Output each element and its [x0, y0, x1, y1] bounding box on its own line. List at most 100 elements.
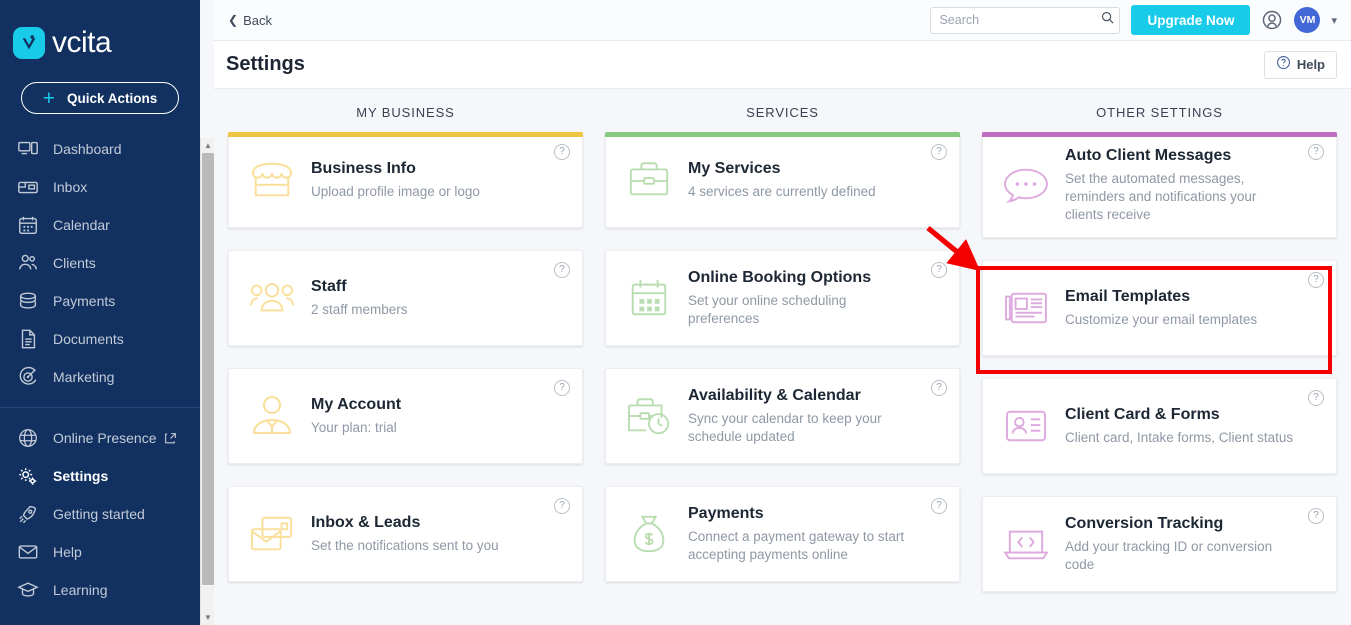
sidebar-nav: Dashboard Inbox Calendar Clients Payment…: [0, 130, 200, 609]
column-title: MY BUSINESS: [356, 105, 455, 120]
question-mark-icon[interactable]: ?: [931, 262, 947, 278]
card-title: Inbox & Leads: [311, 514, 421, 531]
sidebar-item-documents[interactable]: Documents: [0, 320, 200, 358]
documents-icon: [17, 328, 39, 350]
card-inbox-leads[interactable]: Inbox & Leads Set the notifications sent…: [228, 486, 583, 582]
card-subtitle: Connect a payment gateway to start accep…: [688, 529, 905, 563]
chevron-down-icon[interactable]: ▾: [1331, 14, 1337, 27]
chevron-left-icon: ❮: [228, 13, 239, 27]
sidebar-item-inbox[interactable]: Inbox: [0, 168, 200, 206]
question-circle-icon: [1276, 55, 1291, 75]
chat-bubble-icon: [999, 164, 1053, 206]
card-my-services[interactable]: My Services 4 services are currently def…: [605, 132, 960, 228]
sidebar-item-marketing[interactable]: Marketing: [0, 358, 200, 396]
card-email-templates[interactable]: Email Templates Customize your email tem…: [982, 259, 1337, 356]
question-mark-icon[interactable]: ?: [554, 262, 570, 278]
column-title: OTHER SETTINGS: [1096, 105, 1223, 120]
card-conversion-tracking[interactable]: Conversion Tracking Add your tracking ID…: [982, 495, 1337, 592]
sidebar-item-settings[interactable]: Settings: [0, 457, 200, 495]
card-title: Availability & Calendar: [688, 387, 861, 405]
sidebar-item-learning[interactable]: Learning: [0, 571, 200, 609]
logo[interactable]: vcita: [0, 0, 200, 62]
question-mark-icon[interactable]: ?: [1308, 507, 1324, 524]
card-title: My Services: [688, 160, 781, 177]
card-staff[interactable]: Staff 2 staff members ?: [228, 250, 583, 346]
card-body: Availability & Calendar Sync your calend…: [688, 386, 945, 446]
search-input[interactable]: [939, 13, 1101, 27]
sidebar: vcita + Quick Actions Dashboard Inbox Ca…: [0, 0, 200, 625]
sidebar-scrollbar[interactable]: ▲ ▼: [200, 138, 214, 625]
id-card-icon: [999, 407, 1053, 445]
question-mark-icon[interactable]: ?: [931, 380, 947, 396]
sidebar-item-help[interactable]: Help: [0, 533, 200, 571]
inbox-icon: [17, 176, 39, 198]
sidebar-item-label: Online Presence: [53, 430, 157, 446]
card-body: Auto Client Messages Set the automated m…: [1065, 146, 1322, 224]
help-label: Help: [1296, 57, 1325, 72]
sidebar-item-calendar[interactable]: Calendar: [0, 206, 200, 244]
column-title: SERVICES: [746, 105, 819, 120]
column-other-settings: OTHER SETTINGS Auto Client Messages Set …: [982, 105, 1337, 614]
card-body: Email Templates Customize your email tem…: [1065, 287, 1322, 329]
newspaper-icon: [999, 289, 1053, 327]
payments-icon: [17, 290, 39, 312]
card-auto-client-messages[interactable]: Auto Client Messages Set the automated m…: [982, 132, 1337, 238]
sub-header: Settings Help: [214, 41, 1351, 89]
gear-icon: [17, 465, 39, 487]
scrollbar-thumb[interactable]: [202, 153, 214, 585]
search-icon[interactable]: [1100, 10, 1115, 30]
card-subtitle: 2 staff members: [311, 302, 408, 318]
envelope-cards-icon: [245, 512, 299, 556]
main-area: ❮ Back Upgrade Now VM ▾ Settings: [214, 0, 1351, 625]
sidebar-item-payments[interactable]: Payments: [0, 282, 200, 320]
sidebar-item-label: Help: [53, 544, 82, 560]
logo-text: vcita: [52, 26, 112, 59]
sidebar-item-online-presence[interactable]: Online Presence: [0, 419, 200, 457]
back-button[interactable]: ❮ Back: [228, 13, 272, 28]
sidebar-item-label: Marketing: [53, 369, 115, 385]
question-mark-icon[interactable]: ?: [1308, 389, 1324, 406]
settings-columns: MY BUSINESS Business Info Upload profile…: [228, 89, 1337, 614]
question-mark-icon[interactable]: ?: [554, 498, 570, 514]
scroll-down-arrow-icon[interactable]: ▼: [201, 610, 215, 625]
card-business-info[interactable]: Business Info Upload profile image or lo…: [228, 132, 583, 228]
money-bag-icon: [622, 511, 676, 557]
notifications-icon[interactable]: [1261, 9, 1283, 31]
sidebar-item-label: Inbox: [53, 179, 88, 195]
question-mark-icon[interactable]: ?: [554, 380, 570, 396]
person-tie-icon: [245, 393, 299, 439]
card-subtitle: Upload profile image or logo: [311, 184, 480, 200]
card-title: Business Info: [311, 160, 416, 177]
app-root: vcita + Quick Actions Dashboard Inbox Ca…: [0, 0, 1351, 625]
card-my-account[interactable]: My Account Your plan: trial ?: [228, 368, 583, 464]
card-subtitle: Add your tracking ID or conversion code: [1065, 538, 1273, 572]
sidebar-item-label: Learning: [53, 582, 108, 598]
sidebar-item-label: Settings: [53, 468, 109, 484]
help-button[interactable]: Help: [1263, 50, 1337, 79]
sidebar-item-clients[interactable]: Clients: [0, 244, 200, 282]
avatar[interactable]: VM: [1294, 7, 1321, 33]
card-client-card-forms[interactable]: Client Card & Forms Client card, Intake …: [982, 377, 1337, 474]
calendar-icon: [17, 214, 39, 236]
card-availability-calendar[interactable]: Availability & Calendar Sync your calend…: [605, 368, 960, 464]
sidebar-item-dashboard[interactable]: Dashboard: [0, 130, 200, 168]
question-mark-icon[interactable]: ?: [931, 144, 947, 160]
clients-icon: [17, 252, 39, 274]
card-payments[interactable]: Payments Connect a payment gateway to st…: [605, 486, 960, 582]
search-box[interactable]: [930, 6, 1121, 34]
card-title: Online Booking Options: [688, 269, 872, 287]
card-online-booking-options[interactable]: Online Booking Options Set your online s…: [605, 250, 960, 346]
quick-actions-button[interactable]: + Quick Actions: [21, 82, 179, 114]
quick-actions-label: Quick Actions: [66, 90, 158, 106]
sidebar-item-getting-started[interactable]: Getting started: [0, 495, 200, 533]
question-mark-icon[interactable]: ?: [1308, 271, 1324, 288]
question-mark-icon[interactable]: ?: [1308, 144, 1324, 160]
sidebar-item-label: Clients: [53, 255, 96, 271]
external-link-icon: [164, 432, 177, 445]
question-mark-icon[interactable]: ?: [931, 498, 947, 514]
question-mark-icon[interactable]: ?: [554, 144, 570, 160]
scroll-up-arrow-icon[interactable]: ▲: [201, 138, 215, 153]
upgrade-now-button[interactable]: Upgrade Now: [1131, 5, 1251, 35]
sidebar-item-label: Getting started: [53, 506, 145, 522]
sidebar-item-label: Documents: [53, 331, 124, 347]
